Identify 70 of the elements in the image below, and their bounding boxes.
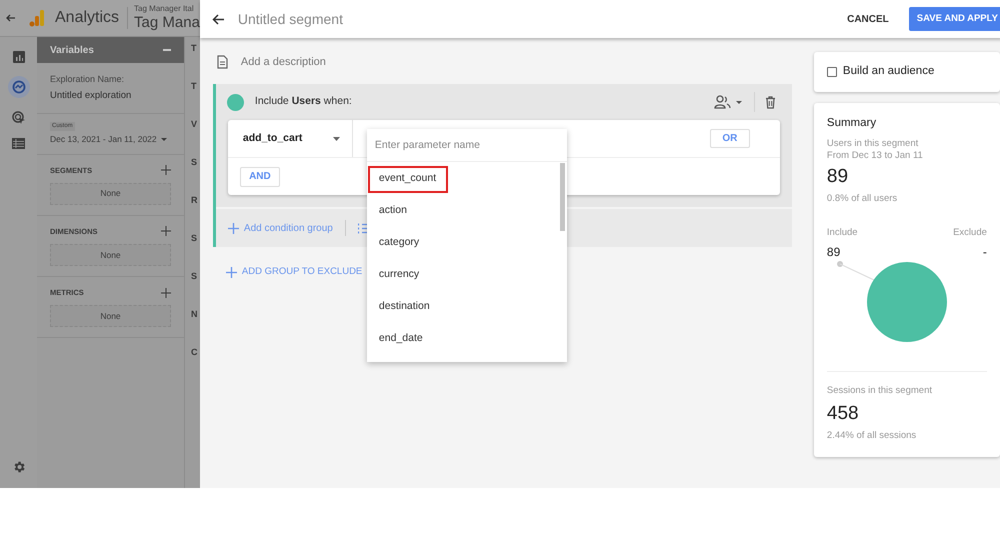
parameter-option[interactable]: action xyxy=(368,198,418,224)
drop-zone[interactable]: None xyxy=(50,305,171,328)
analytics-logo-icon xyxy=(29,9,45,27)
exploration-label: Exploration Name: xyxy=(50,73,126,86)
date-range-dropdown[interactable]: Dec 13, 2021 - Jan 11, 2022 xyxy=(50,132,167,146)
parameter-option[interactable]: destination xyxy=(368,294,441,320)
caret-icon xyxy=(160,138,167,141)
sessions-share: 2.44% of all sessions xyxy=(826,429,918,443)
cut-off-label: N xyxy=(191,309,198,319)
users-range: From Dec 13 to Jan 11 xyxy=(826,150,924,162)
bar-chart-icon[interactable] xyxy=(12,51,24,63)
audience-checkbox[interactable] xyxy=(826,67,837,77)
plus-icon[interactable] xyxy=(161,288,171,298)
plus-icon[interactable] xyxy=(161,226,171,236)
parameter-option[interactable]: event_count xyxy=(368,166,448,192)
explore-icon[interactable] xyxy=(8,76,30,98)
plus-icon xyxy=(226,266,237,278)
users-value: 89 xyxy=(826,166,850,188)
list-icon[interactable] xyxy=(12,138,25,149)
leader-line xyxy=(836,260,874,280)
summary-title: Summary xyxy=(826,116,878,131)
cancel-button[interactable]: CANCEL xyxy=(837,7,899,31)
exclude-value: - xyxy=(982,244,987,261)
sessions-value: 458 xyxy=(826,403,860,425)
description-field[interactable]: Add a description xyxy=(240,54,326,70)
cursor-target-icon[interactable] xyxy=(12,111,26,125)
segment-title[interactable]: Untitled segment xyxy=(238,8,343,30)
account-name: Tag Manager Ital xyxy=(134,4,195,14)
cut-off-label: T xyxy=(191,43,198,53)
or-button[interactable]: OR xyxy=(710,129,750,148)
variables-header: Variables xyxy=(37,37,184,63)
include-condition-text: Include Users when: xyxy=(254,94,352,110)
event-dropdown[interactable]: add_to_cart xyxy=(228,120,353,157)
add-condition-group-button[interactable]: Add condition group xyxy=(228,220,333,236)
parameter-option[interactable]: currency xyxy=(368,262,430,288)
and-button[interactable]: AND xyxy=(240,166,280,186)
property-name: Tag Mana xyxy=(134,14,200,32)
cut-off-label: S xyxy=(191,271,198,281)
sessions-label: Sessions in this segment xyxy=(826,384,933,398)
drop-zone[interactable]: None xyxy=(50,182,171,205)
include-value: 89 xyxy=(826,244,842,261)
parameter-option[interactable]: category xyxy=(368,230,430,256)
back-arrow-icon[interactable] xyxy=(6,14,15,22)
back-arrow-icon[interactable] xyxy=(212,14,224,24)
exploration-name[interactable]: Untitled exploration xyxy=(50,88,171,103)
trash-icon[interactable] xyxy=(764,96,776,108)
cut-off-label: C xyxy=(191,347,198,357)
add-group-to-exclude-button[interactable]: ADD GROUP TO EXCLUDE xyxy=(226,265,362,280)
cut-off-label: V xyxy=(191,119,198,129)
cut-off-label: R xyxy=(191,195,198,205)
include-label: Include xyxy=(826,226,858,240)
users-label: Users in this segment xyxy=(826,138,920,150)
exclude-label: Exclude xyxy=(953,226,987,240)
settings-icon[interactable] xyxy=(12,460,26,474)
parameter-search-field[interactable]: Enter parameter name xyxy=(366,129,567,162)
scrollbar-thumb[interactable] xyxy=(560,163,565,231)
document-icon xyxy=(216,55,228,69)
caret-icon xyxy=(332,136,340,140)
cut-off-label: S xyxy=(191,233,198,243)
plus-icon xyxy=(228,222,239,234)
drop-zone[interactable]: None xyxy=(50,244,171,266)
plus-icon[interactable] xyxy=(161,165,171,176)
cut-off-label: T xyxy=(191,81,198,91)
users-share: 0.8% of all users xyxy=(826,192,898,206)
parameter-option[interactable]: end_date xyxy=(368,326,434,352)
audience-label: Build an audience xyxy=(842,64,934,80)
product-name: Analytics xyxy=(55,8,120,28)
save-and-apply-button[interactable]: SAVE AND APPLY xyxy=(908,7,1000,31)
cut-off-label: S xyxy=(191,157,198,167)
people-dropdown-icon[interactable] xyxy=(714,95,744,109)
